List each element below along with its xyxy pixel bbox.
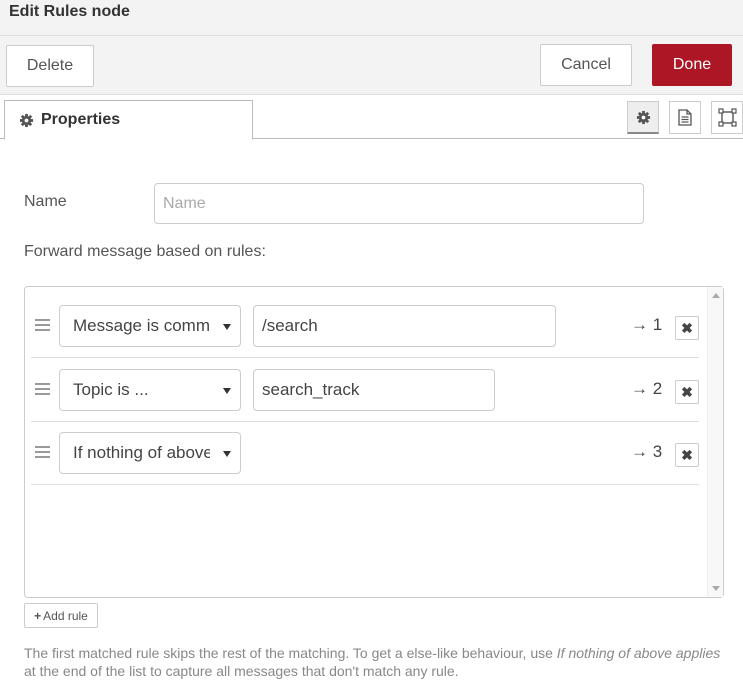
- rule-value-input[interactable]: /search: [253, 305, 556, 347]
- delete-button[interactable]: Delete: [6, 45, 94, 87]
- forward-rules-label: Forward message based on rules:: [24, 243, 266, 260]
- cancel-button[interactable]: Cancel: [540, 44, 632, 86]
- rule-type-select[interactable]: Topic is ...: [59, 369, 241, 411]
- caret-down-icon: [223, 388, 231, 394]
- rules-list: Message is comm /search → 1 ✖ Topic is .…: [24, 286, 724, 598]
- tab-appearance[interactable]: [711, 101, 743, 134]
- tab-properties-label: Properties: [41, 111, 121, 128]
- close-icon: ✖: [681, 319, 693, 336]
- rule-row: Topic is ... search_track → 2 ✖: [31, 359, 699, 422]
- remove-rule-button[interactable]: ✖: [675, 443, 699, 467]
- scroll-up-icon[interactable]: [712, 293, 720, 298]
- dialog-titlebar: Edit Rules node: [0, 0, 743, 36]
- help-text-part2: at the end of the list to capture all me…: [24, 663, 459, 679]
- name-input[interactable]: [154, 183, 644, 224]
- caret-down-icon: [223, 324, 231, 330]
- add-rule-label: Add rule: [43, 608, 88, 623]
- dialog-title: Edit Rules node: [9, 3, 130, 20]
- tab-properties[interactable]: Properties: [4, 100, 253, 140]
- close-icon: ✖: [681, 446, 693, 463]
- add-rule-button[interactable]: + Add rule: [24, 603, 98, 628]
- drag-handle-icon[interactable]: [35, 319, 50, 331]
- gear-icon: [636, 110, 650, 124]
- gear-icon: [19, 113, 34, 127]
- help-text-italic: If nothing of above applies: [556, 645, 721, 661]
- remove-rule-button[interactable]: ✖: [675, 380, 699, 404]
- rule-type-select[interactable]: If nothing of above: [59, 432, 241, 474]
- tab-description[interactable]: [669, 101, 701, 134]
- rule-row: Message is comm /search → 1 ✖: [31, 295, 699, 358]
- rule-type-select[interactable]: Message is comm: [59, 305, 241, 347]
- help-text: The first matched rule skips the rest of…: [24, 644, 724, 680]
- scroll-down-icon[interactable]: [712, 586, 720, 591]
- appearance-icon: [717, 108, 737, 127]
- rule-output-label: → 3: [631, 442, 663, 461]
- help-text-part1: The first matched rule skips the rest of…: [24, 645, 557, 661]
- rule-row: If nothing of above → 3 ✖: [31, 422, 699, 485]
- drag-handle-icon[interactable]: [35, 446, 50, 458]
- plus-icon: +: [34, 608, 42, 623]
- tab-settings[interactable]: [627, 101, 659, 134]
- rule-output-label: → 1: [631, 315, 663, 334]
- dialog-toolbar: Delete Cancel Done: [0, 36, 743, 95]
- tab-bar: Properties: [0, 95, 743, 140]
- name-label: Name: [24, 193, 67, 210]
- done-button[interactable]: Done: [652, 44, 732, 86]
- rule-value-input[interactable]: search_track: [253, 369, 495, 411]
- rule-type-value: Message is comm: [73, 316, 210, 335]
- remove-rule-button[interactable]: ✖: [675, 316, 699, 340]
- description-icon: [678, 109, 692, 126]
- close-icon: ✖: [681, 383, 693, 400]
- rule-type-value: If nothing of above: [73, 443, 210, 462]
- rules-scrollbar[interactable]: [707, 287, 723, 597]
- drag-handle-icon[interactable]: [35, 383, 50, 395]
- rule-type-value: Topic is ...: [73, 380, 149, 399]
- rule-output-label: → 2: [631, 379, 663, 398]
- caret-down-icon: [223, 451, 231, 457]
